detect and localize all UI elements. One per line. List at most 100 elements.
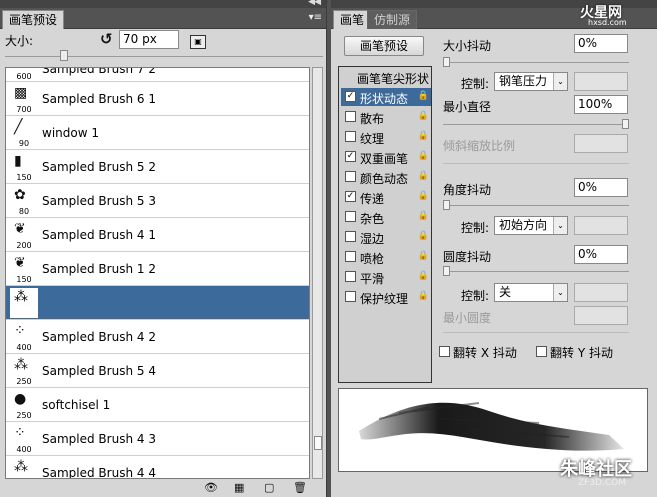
brush-preset-row[interactable]: ⁂ Sampled Brush 4 4 [6,456,309,478]
option-checkbox[interactable] [345,111,356,122]
reset-size-icon[interactable]: ↺ [100,30,113,48]
option-label: 形状动态 [360,92,409,106]
watermark-sub-top: hxsd.com [588,18,627,27]
brush-preset-row[interactable]: ▮ 150 Sampled Brush 5 2 [6,150,309,184]
watermark-sub-bottom: ZF3D.COM [578,478,626,488]
create-new-preset-icon[interactable]: ▣ [190,35,206,49]
chevron-down-icon: ⌄ [553,284,567,301]
lock-icon[interactable]: 🔒 [418,251,429,261]
size-jitter-thumb[interactable] [443,57,450,67]
option-label: 杂色 [360,212,385,226]
lock-icon[interactable]: 🔒 [418,211,429,221]
brush-thumbnail: ⁘ 400 [10,424,38,454]
lock-icon[interactable]: 🔒 [418,91,429,101]
size-jitter-slider[interactable] [443,62,629,63]
tab-brush[interactable]: 画笔 [333,10,372,29]
panel-menu-icon[interactable]: ▾≡ [309,12,322,23]
brush-presets-button[interactable]: 画笔预设 [344,36,424,56]
angle-jitter-thumb[interactable] [443,200,450,210]
new-brush-icon[interactable]: ▢ [264,481,274,494]
option-checkbox[interactable] [345,131,356,142]
roundness-jitter-slider[interactable] [443,271,629,272]
roundness-control-select[interactable]: 关 ⌄ [494,283,568,302]
collapse-icon[interactable]: ◀◀ [308,0,321,7]
brush-thumbnail: ❦ 200 [10,220,38,250]
brush-tip-icon: ⁂ [14,459,28,475]
angle-jitter-slider[interactable] [443,205,629,206]
brush-preset-row[interactable]: ⁂ [6,286,309,320]
size-slider-thumb[interactable] [60,50,68,61]
lock-icon[interactable]: 🔒 [418,291,429,301]
option-checkbox[interactable] [345,271,356,282]
brush-preset-row[interactable]: ▩ 700 Sampled Brush 6 1 [6,82,309,116]
brush-preset-row[interactable]: ❦ 200 Sampled Brush 4 1 [6,218,309,252]
option-checkbox[interactable] [345,231,356,242]
brush-preset-row[interactable]: ⁂ 250 Sampled Brush 5 4 [6,354,309,388]
option-label: 湿边 [360,232,385,246]
option-label: 双重画笔 [360,152,409,166]
brush-option-item[interactable]: ✓ 双重画笔 🔒 [341,148,431,166]
angle-control-label: 控制: [461,221,490,235]
brush-preset-row[interactable]: 600 Sampled Brush 7 2 [6,68,309,82]
lock-icon[interactable]: 🔒 [418,171,429,181]
brush-option-item[interactable]: ✓ 形状动态 🔒 [341,88,431,106]
option-checkbox[interactable]: ✓ [345,191,356,202]
brush-thumbnail: ⁂ [10,288,38,318]
brush-option-item[interactable]: 湿边 🔒 [341,228,431,246]
brush-size-label: 700 [16,105,32,114]
brush-preset-row[interactable]: ⁘ 400 Sampled Brush 4 3 [6,422,309,456]
lock-icon[interactable]: 🔒 [418,151,429,161]
brush-option-item[interactable]: ✓ 传递 🔒 [341,188,431,206]
brush-name: Sampled Brush 1 2 [42,262,156,276]
brush-preset-row[interactable]: ✿ 80 Sampled Brush 5 3 [6,184,309,218]
option-checkbox[interactable] [345,171,356,182]
angle-jitter-input[interactable]: 0% [574,178,628,197]
size-slider-track[interactable] [5,56,323,57]
flip-x-checkbox[interactable] [439,346,450,357]
panel-collapse-strip[interactable]: ◀◀ [0,0,326,8]
brush-option-item[interactable]: 纹理 🔒 [341,128,431,146]
brush-preset-row[interactable]: ❦ 150 Sampled Brush 1 2 [6,252,309,286]
brush-option-item[interactable]: 平滑 🔒 [341,268,431,286]
min-diameter-slider[interactable] [443,124,629,125]
brush-list-scrollbar[interactable] [312,67,323,479]
lock-icon[interactable]: 🔒 [418,191,429,201]
roundness-jitter-input[interactable]: 0% [574,245,628,264]
lock-icon[interactable]: 🔒 [418,271,429,281]
tab-brush-presets[interactable]: 画笔预设 [2,10,65,29]
option-checkbox[interactable] [345,251,356,262]
delete-brush-icon[interactable]: 🗑 [293,481,307,494]
brush-thumbnail: ⁘ 400 [10,322,38,352]
lock-icon[interactable]: 🔒 [418,131,429,141]
option-checkbox[interactable] [345,291,356,302]
option-checkbox[interactable]: ✓ [345,91,356,102]
scrollbar-thumb[interactable] [314,436,322,450]
tilt-scale-input [574,134,628,153]
size-control-select[interactable]: 钢笔压力 ⌄ [494,72,568,91]
lock-icon[interactable]: 🔒 [418,231,429,241]
brush-option-item[interactable]: 喷枪 🔒 [341,248,431,266]
tab-bar: 画笔预设 ▾≡ [0,8,326,29]
min-diameter-input[interactable]: 100% [574,95,628,114]
option-checkbox[interactable]: ✓ [345,151,356,162]
toggle-brush-preview-icon[interactable]: 👁 [204,481,218,494]
roundness-jitter-thumb[interactable] [443,266,450,276]
open-brush-panel-icon[interactable]: ▦ [234,481,244,494]
brush-option-item[interactable]: 散布 🔒 [341,108,431,126]
lock-icon[interactable]: 🔒 [418,111,429,121]
tab-clone-source[interactable]: 仿制源 [367,10,418,29]
option-label: 纹理 [360,132,385,146]
brush-option-item[interactable]: 颜色动态 🔒 [341,168,431,186]
brush-preset-row[interactable]: ⁘ 400 Sampled Brush 4 2 [6,320,309,354]
brush-tip-shape-option[interactable]: 画笔笔尖形状 [357,70,429,87]
option-checkbox[interactable] [345,211,356,222]
brush-preset-row[interactable]: ● 250 softchisel 1 [6,388,309,422]
flip-y-checkbox[interactable] [536,346,547,357]
brush-option-item[interactable]: 杂色 🔒 [341,208,431,226]
min-diameter-thumb[interactable] [622,119,629,129]
size-jitter-input[interactable]: 0% [574,34,628,53]
brush-option-item[interactable]: 保护纹理 🔒 [341,288,431,306]
brush-preset-row[interactable]: ╱ 90 window 1 [6,116,309,150]
size-input[interactable]: 70 px [119,30,179,49]
angle-control-select[interactable]: 初始方向 ⌄ [494,216,568,235]
